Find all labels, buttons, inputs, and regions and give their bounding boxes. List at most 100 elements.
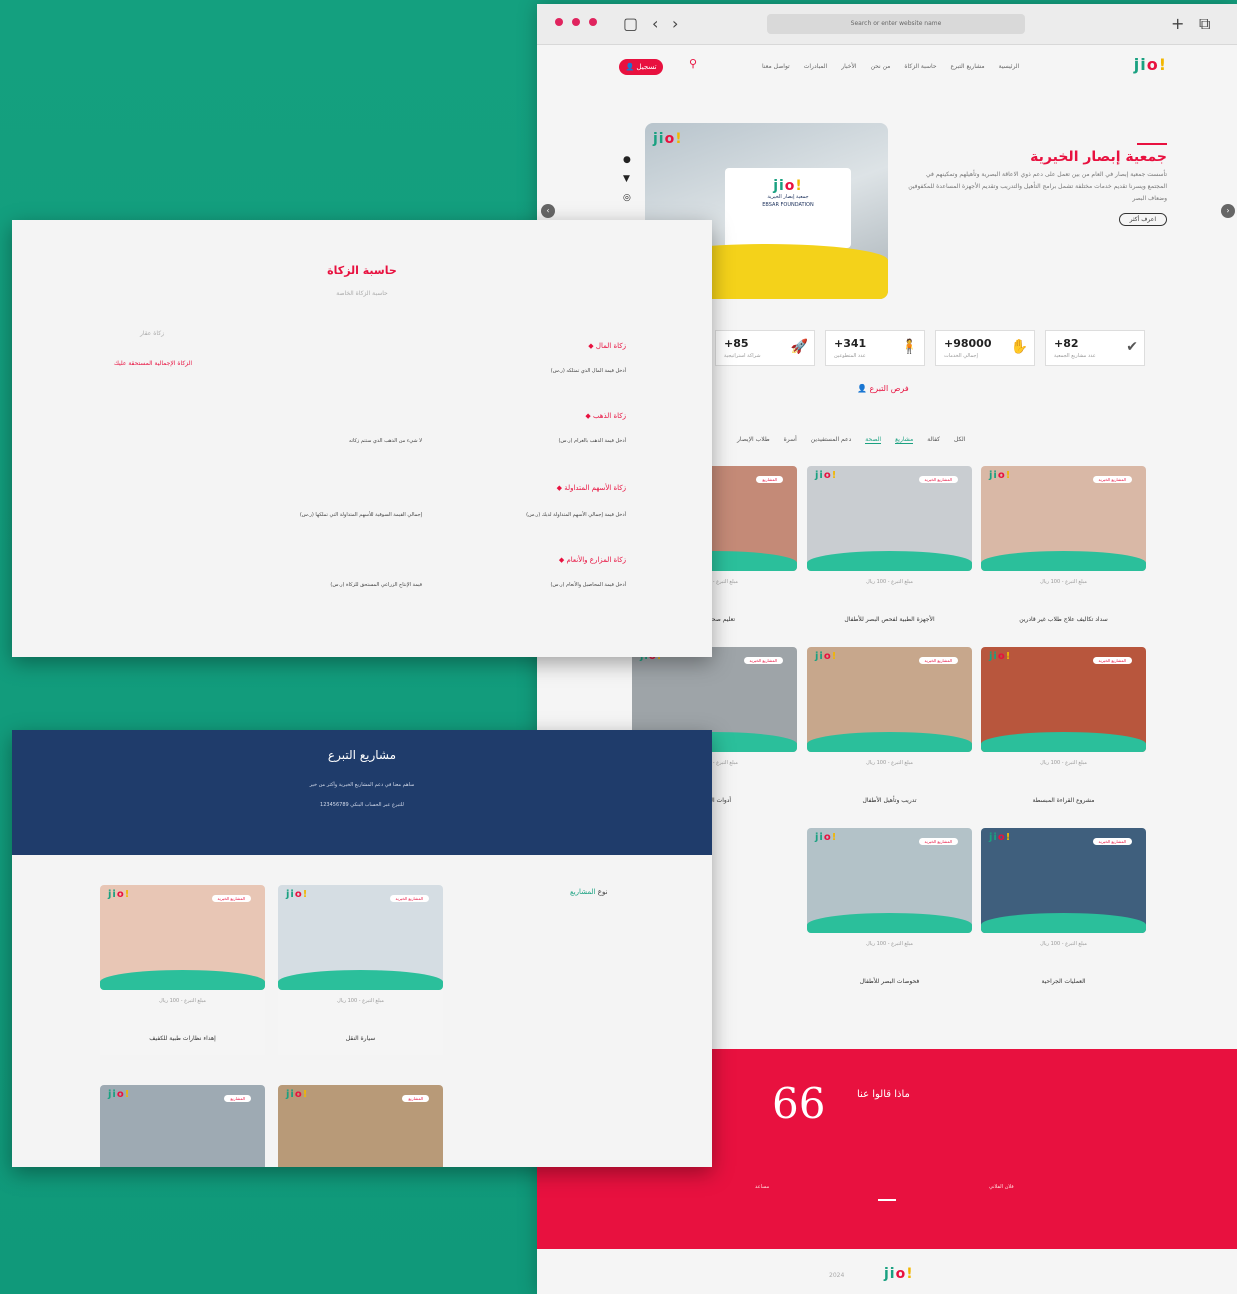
stat-value: +341 [834,337,867,350]
stats-row: +85 شراكة استراتيجية 🚀 +341 عدد المتطوعي… [715,330,1145,366]
card-logo: jio! [815,832,838,843]
address-bar[interactable]: Search or enter website name [767,14,1025,34]
section-title-text: فرص التبرع [869,384,909,393]
search-icon[interactable]: ⚲ [689,57,697,70]
nav-link[interactable]: حاسبة الزكاة [904,63,936,70]
carousel-prev-icon[interactable]: ‹ [541,204,555,218]
nav-link[interactable]: مشاريع التبرع [951,63,985,70]
card-badge: المشاريع الخيرية [743,657,783,664]
zakat-input-label[interactable]: إجمالي القيمة السوقية للأسهم المتداولة ا… [300,512,422,518]
filter-label: نوع [597,888,608,896]
card-title[interactable]: العمليات الجراحية [981,978,1146,985]
tab-health[interactable]: الصحة [865,436,882,444]
card-wave [100,970,265,990]
card-title[interactable]: إهداء نظارات طبية للكفيف [100,1035,265,1042]
projects-description: ساهم معنا في دعم المشاريع الخيرية وأكثر … [309,782,415,788]
tab-all[interactable]: الكل [954,436,965,444]
facebook-icon[interactable]: ● [623,155,631,165]
card-image[interactable]: jio! المشاريع [278,1085,443,1167]
card-title[interactable]: سداد تكاليف علاج طلاب غير قادرين [981,616,1146,623]
card-meta: مبلغ التبرع - 100 ريال [866,579,913,585]
minimize-window-button[interactable] [572,18,580,26]
login-button[interactable]: 👤 تسجيل [619,59,663,75]
donation-card[interactable]: jio! المشاريع الخيرية مبلغ التبرع - 100 ري… [807,828,972,998]
sign-english: EBSAR FOUNDATION [762,202,814,208]
card-badge: المشاريع الخيرية [918,657,958,664]
card-image[interactable]: jio! المشاريع الخيرية [807,828,972,933]
card-image[interactable]: jio! المشاريع الخيرية [981,828,1146,933]
back-icon[interactable]: ‹ [652,14,658,33]
donation-projects-panel: مشاريع التبرع ساهم معنا في دعم المشاريع … [12,730,712,1167]
card-image[interactable]: jio! المشاريع الخيرية [807,466,972,571]
card-title[interactable]: تدريب وتأهيل الأطفال [807,797,972,804]
person-icon: 🧍 [900,339,918,355]
tabs-overview-icon[interactable]: ⧉ [1199,14,1210,34]
donation-card[interactable]: jio! المشاريع الخيرية مبلغ التبرع - 100 ري… [278,885,443,1055]
projects-header: مشاريع التبرع ساهم معنا في دعم المشاريع … [12,730,712,855]
tab-projects[interactable]: مشاريع [895,436,914,444]
card-image[interactable]: jio! المشاريع الخيرية [807,647,972,752]
nav-link[interactable]: الرئيسية [999,63,1020,70]
nav-link[interactable]: الأخبار [841,63,856,70]
filter-value[interactable]: المشاريع [570,888,596,896]
card-wave [981,732,1146,752]
hero-description: تأسست جمعية إبصار في العام من بين تعمل ع… [908,171,1167,202]
close-window-button[interactable] [555,18,563,26]
card-image[interactable]: jio! المشاريع الخيرية [981,647,1146,752]
card-title[interactable]: مشروع القراءة المبسطة [981,797,1146,804]
card-wave [807,732,972,752]
donation-card[interactable]: jio! المشاريع الخيرية مبلغ التبرع - 100 ري… [100,885,265,1055]
card-title[interactable]: سيارة النقل [278,1035,443,1042]
donation-card[interactable]: jio! المشاريع الخيرية مبلغ التبرع - 100 ري… [981,828,1146,998]
card-meta: مبلغ التبرع - 100 ريال [1040,941,1087,947]
card-title[interactable]: الأجهزة الطبية لفحص البصر للأطفال [807,616,972,623]
nav-link[interactable]: المبادرات [804,63,828,70]
tab-students[interactable]: طلاب الإبصار [737,436,770,444]
card-image[interactable]: jio! المشاريع [100,1085,265,1167]
new-tab-icon[interactable]: + [1171,14,1184,33]
card-badge: المشاريع الخيرية [918,838,958,845]
maximize-window-button[interactable] [589,18,597,26]
zakat-heading-text: زكاة المزارع والأنعام [566,556,626,564]
zakat-input-label[interactable]: قيمة الإنتاج الزراعي المستحق للزكاة (ر.س… [330,582,422,588]
stat-card: +341 عدد المتطوعين 🧍 [825,330,925,366]
nav-link[interactable]: تواصل معنا [762,63,790,70]
card-image[interactable]: jio! المشاريع الخيرية [100,885,265,990]
footer-logo[interactable]: jio! [884,1266,914,1282]
instagram-icon[interactable]: ◎ [623,193,631,203]
donation-card[interactable]: jio! المشاريع [100,1085,265,1167]
zakat-input-label[interactable]: أدخل قيمة إجمالي الأسهم المتداولة لديك (… [526,512,626,518]
zakat-total-link[interactable]: الزكاة الإجمالية المستحقة عليك [114,360,192,367]
quote-icon: 66 [772,1079,826,1128]
zakat-input-label[interactable]: أدخل قيمة المال الذي تمتلكه (ر.س) [551,368,626,374]
twitter-icon[interactable]: ▼ [623,174,631,184]
card-badge: المشاريع [402,1095,429,1102]
section-title: 👤 فرص التبرع [857,384,909,393]
site-logo[interactable]: jio! [1134,55,1167,74]
project-type-filter[interactable]: نوع المشاريع [570,888,608,896]
nav-link[interactable]: من نحن [871,63,891,70]
donation-card[interactable]: jio! المشاريع الخيرية مبلغ التبرع - 100 ري… [981,466,1146,636]
donation-card[interactable]: jio! المشاريع [278,1085,443,1167]
tab-sponsorship[interactable]: كفالة [927,436,940,444]
stat-label: عدد مشاريع الجمعية [1054,353,1096,359]
donation-card[interactable]: jio! المشاريع الخيرية مبلغ التبرع - 100 ري… [981,647,1146,817]
tab-family[interactable]: أسرة [784,436,797,444]
carousel-next-icon[interactable]: › [1221,204,1235,218]
slider-indicator[interactable] [878,1199,896,1201]
nav-links: الرئيسية مشاريع التبرع حاسبة الزكاة من ن… [762,63,1019,70]
forward-icon[interactable]: › [672,14,678,33]
card-title[interactable]: فحوصات البصر للأطفال [807,978,972,985]
card-image[interactable]: jio! المشاريع الخيرية [278,885,443,990]
card-wave [807,551,972,571]
donation-card[interactable]: jio! المشاريع الخيرية مبلغ التبرع - 100 ري… [807,466,972,636]
zakat-input-label[interactable]: أدخل قيمة الذهب بالغرام (ر.س) [558,438,626,444]
sidebar-icon[interactable]: ▢ [623,14,638,33]
zakat-input-label[interactable]: أدخل قيمة المحاصيل والأنعام (ر.س) [550,582,626,588]
zakat-input-label[interactable]: لا شيء من الذهب الذي ستتم زكاته [349,438,422,444]
card-image[interactable]: jio! المشاريع الخيرية [981,466,1146,571]
tab-beneficiaries[interactable]: دعم المستفيدين [811,436,852,444]
card-logo: jio! [989,832,1012,843]
donation-card[interactable]: jio! المشاريع الخيرية مبلغ التبرع - 100 ري… [807,647,972,817]
learn-more-button[interactable]: اعرف أكثر [1118,213,1167,226]
